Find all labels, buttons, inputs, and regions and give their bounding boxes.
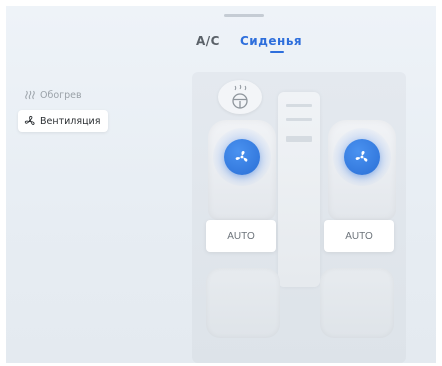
rear-left-seat	[206, 268, 280, 338]
fan-icon	[235, 150, 248, 162]
passenger-seat	[328, 120, 396, 220]
heating-label: Обогрев	[40, 89, 82, 101]
fan-icon	[355, 150, 368, 162]
steering-wheel-icon	[232, 84, 248, 109]
driver-auto-label: AUTO	[227, 230, 255, 242]
ventilation-button[interactable]: Вентиляция	[18, 110, 108, 132]
heating-button[interactable]: Обогрев	[18, 84, 102, 106]
steering-wheel-heat-button[interactable]	[218, 80, 262, 114]
driver-fan-button[interactable]	[224, 139, 260, 175]
active-tab-indicator	[270, 51, 284, 53]
console-detail	[286, 136, 312, 142]
car-seat-map: AUTO AUTO	[192, 72, 406, 363]
console-detail	[286, 104, 312, 107]
passenger-auto-button[interactable]: AUTO	[324, 220, 394, 252]
rear-right-seat	[320, 268, 394, 338]
heat-waves-icon	[24, 89, 36, 101]
driver-auto-button[interactable]: AUTO	[206, 220, 276, 252]
ventilation-label: Вентиляция	[40, 115, 101, 127]
climate-screen: A/C Сиденья Обогрев Вентиляция AUTO AUTO	[6, 6, 436, 363]
center-console	[278, 92, 320, 287]
drag-handle[interactable]	[224, 14, 264, 17]
tab-seats[interactable]: Сиденья	[240, 34, 302, 48]
console-detail	[286, 118, 312, 121]
passenger-auto-label: AUTO	[345, 230, 373, 242]
passenger-fan-button[interactable]	[344, 139, 380, 175]
tab-ac[interactable]: A/C	[196, 34, 220, 48]
driver-seat	[208, 120, 276, 220]
fan-icon	[24, 115, 36, 127]
